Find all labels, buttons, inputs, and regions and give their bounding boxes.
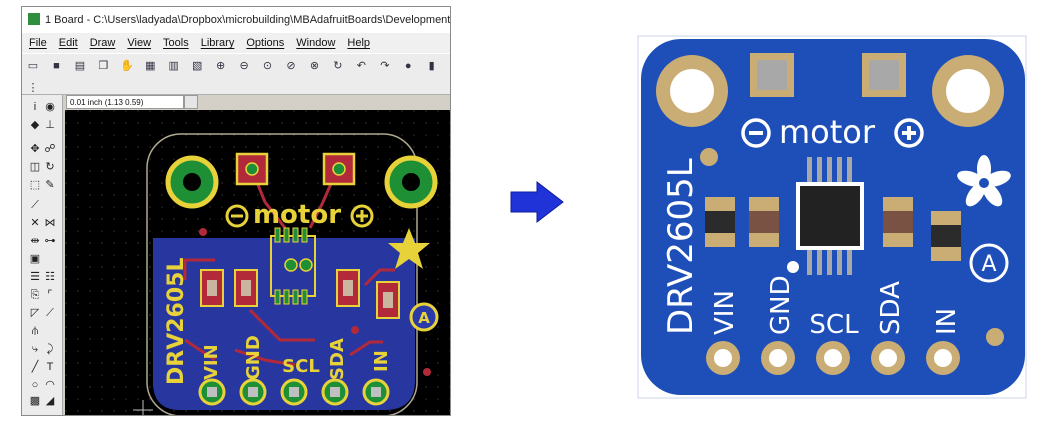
help-icon[interactable]: ? — [448, 59, 450, 73]
miter-icon[interactable]: ◸ — [28, 307, 42, 319]
menu-draw[interactable]: Draw — [90, 33, 116, 53]
save-icon[interactable]: ■ — [49, 59, 63, 73]
select-icon[interactable]: ⬚ — [28, 179, 42, 191]
circle-icon[interactable]: ○ — [28, 379, 42, 391]
drv2605l-chip — [800, 186, 860, 246]
pin-label-in: IN — [932, 308, 962, 335]
pin-label-gnd: GND — [243, 335, 264, 380]
route-icon[interactable]: ⤷ — [28, 343, 42, 355]
menu-library[interactable]: Library — [201, 33, 235, 53]
redo-icon[interactable]: ↷ — [378, 59, 392, 73]
signal-icon[interactable]: ⫛ — [28, 325, 42, 337]
move-icon[interactable]: ✥ — [28, 143, 42, 155]
motor-silk-label: motor — [253, 200, 341, 230]
info-icon[interactable]: i — [28, 101, 42, 113]
pin-label-in: IN — [371, 350, 392, 372]
mount-hole-left-drill — [183, 173, 201, 191]
refresh-icon[interactable]: ↻ — [331, 59, 345, 73]
stop-icon[interactable]: ● — [401, 59, 415, 73]
pin-label-scl: SCL — [809, 310, 859, 340]
copy-icon[interactable]: ❐ — [96, 59, 110, 73]
pin1-marker — [787, 261, 799, 273]
pin-label-gnd: GND — [766, 275, 796, 335]
menu-bar: File Edit Draw View Tools Library Options Windo… — [22, 33, 450, 53]
delete-icon[interactable]: ✕ — [28, 217, 42, 229]
fiducial-bottom — [986, 328, 1004, 346]
polygon-icon[interactable]: ◢ — [43, 395, 57, 407]
menu-options[interactable]: Options — [246, 33, 284, 53]
group-icon[interactable]: ☍ — [43, 143, 57, 155]
mirror-icon[interactable]: ◫ — [28, 161, 42, 173]
route-diag-icon[interactable]: ⤸ — [43, 343, 57, 355]
app-icon — [28, 13, 40, 25]
board-name: DRV2605L — [661, 158, 701, 335]
pin-label-scl: SCL — [282, 356, 320, 377]
split-icon[interactable]: ⋈ — [43, 217, 57, 229]
wand-icon[interactable]: ⟋ — [28, 199, 42, 211]
menu-window[interactable]: Window — [296, 33, 335, 53]
board-name-silk: DRV2605L — [164, 258, 189, 385]
measure-icon[interactable]: ⊥ — [43, 119, 57, 131]
fiducial-top — [700, 148, 718, 166]
right-arrow-icon — [510, 180, 564, 224]
menu-edit[interactable]: Edit — [59, 33, 78, 53]
connect-icon[interactable]: ⊶ — [43, 235, 57, 247]
battery-icon[interactable]: ▮ — [425, 59, 439, 73]
components-icon[interactable]: ▦ — [143, 59, 157, 73]
arc-icon[interactable]: ◠ — [43, 379, 57, 391]
mount-hole-right-drill — [402, 173, 420, 191]
bend-icon[interactable]: ⟋ — [43, 307, 57, 319]
motor-label: motor — [779, 113, 876, 151]
stretch-icon[interactable]: ⇹ — [28, 235, 42, 247]
corner-icon[interactable]: ⌜ — [43, 289, 57, 301]
undo-icon[interactable]: ↶ — [354, 59, 368, 73]
eye-icon[interactable]: ◉ — [43, 101, 57, 113]
open-icon[interactable]: ▭ — [26, 59, 40, 73]
pin-label-vin: VIN — [201, 344, 222, 380]
menu-file[interactable]: File — [29, 33, 47, 53]
rendered-board: motor A DRV2605L VIN GND SCL SDA IN — [637, 35, 1027, 399]
zoom-fit-icon[interactable]: ⊘ — [284, 59, 298, 73]
secondary-toolbar: ⋮ — [22, 78, 450, 95]
lock-icon[interactable]: ▣ — [28, 253, 42, 265]
zoom-area-icon[interactable]: ⊙ — [261, 59, 275, 73]
paint-icon[interactable]: ◆ — [28, 119, 42, 131]
line-icon[interactable]: ╱ — [28, 361, 42, 373]
window-title: 1 Board - C:\Users\ladyada\Dropbox\micro… — [45, 14, 450, 26]
pin-label-sda: SDA — [327, 338, 348, 380]
pin-label-vin: VIN — [710, 290, 740, 335]
pcb-editor-window: 1 Board - C:\Users\ladyada\Dropbox\micro… — [21, 6, 451, 416]
rect-icon[interactable]: ▩ — [28, 395, 42, 407]
print-icon[interactable]: ▤ — [73, 59, 87, 73]
main-toolbar: ▭ ■ ▤ ❐ ✋ ▦ ▥ ▧ ⊕ ⊖ ⊙ ⊘ ⊗ ↻ ↶ ↷ ● ▮ ? de… — [22, 53, 450, 79]
coordinate-readout: 0.01 inch (1.13 0.59) — [66, 95, 184, 109]
text-icon[interactable]: T — [43, 361, 57, 373]
hand-icon[interactable]: ✋ — [120, 59, 134, 73]
menu-view[interactable]: View — [127, 33, 151, 53]
pcb-layout-drawing: motor A DRV2605L VIN GND SCL SDA IN — [65, 110, 450, 415]
wrench-icon[interactable]: ✎ — [43, 179, 57, 191]
list-icon[interactable]: ⋮ — [26, 81, 40, 95]
paste-icon[interactable]: ⎘ — [28, 289, 42, 301]
rotate-icon[interactable]: ↻ — [43, 161, 57, 173]
zoom-in-icon[interactable]: ⊕ — [214, 59, 228, 73]
coordinate-dropdown[interactable] — [184, 95, 198, 109]
title-bar: 1 Board - C:\Users\ladyada\Dropbox\micro… — [22, 7, 450, 33]
grid-icon[interactable]: ▥ — [167, 59, 181, 73]
zoom-all-icon[interactable]: ⊗ — [307, 59, 321, 73]
pcb-canvas[interactable]: motor A DRV2605L VIN GND SCL SDA IN — [65, 110, 450, 415]
pin-label-sda: SDA — [876, 281, 906, 335]
tool-palette: i ◉ ◆ ⊥ ✥ ☍ ◫ ↻ ⬚ ✎ ⟋ ✕ ⋈ ⇹ ⊶ ▣ ☰ ☷ ⎘ ⌜ … — [22, 95, 63, 415]
menu-help[interactable]: Help — [347, 33, 370, 53]
address-badge-label: A — [418, 309, 430, 327]
menu-tools[interactable]: Tools — [163, 33, 189, 53]
layers-icon[interactable]: ▧ — [190, 59, 204, 73]
address-badge-label: A — [981, 252, 996, 277]
distribute-icon[interactable]: ☷ — [43, 271, 57, 283]
align-icon[interactable]: ☰ — [28, 271, 42, 283]
zoom-out-icon[interactable]: ⊖ — [237, 59, 251, 73]
